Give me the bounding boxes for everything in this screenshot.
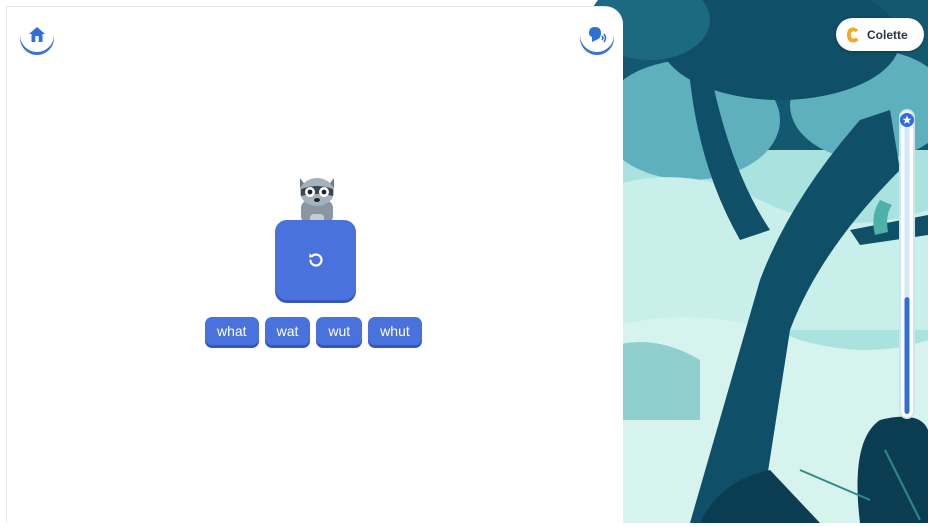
answer-choices: what wat wut whut: [205, 317, 422, 345]
user-name: Colette: [867, 27, 908, 42]
choice-whut[interactable]: whut: [368, 317, 422, 345]
replay-icon: [308, 253, 323, 267]
progress-fill: [904, 297, 910, 414]
replay-sound-button[interactable]: [275, 220, 356, 300]
home-icon: [29, 27, 45, 42]
choice-wat[interactable]: wat: [264, 317, 311, 345]
choice-wut[interactable]: wut: [316, 317, 363, 345]
raccoon-mascot: [294, 174, 340, 224]
home-button[interactable]: [20, 18, 54, 52]
speaker-listen-icon: [589, 27, 607, 43]
progress-meter: [896, 108, 918, 420]
user-profile-button[interactable]: Colette: [836, 18, 924, 51]
letter-c-icon: [847, 26, 859, 42]
choice-what[interactable]: what: [205, 317, 259, 345]
listen-button[interactable]: [580, 18, 614, 52]
